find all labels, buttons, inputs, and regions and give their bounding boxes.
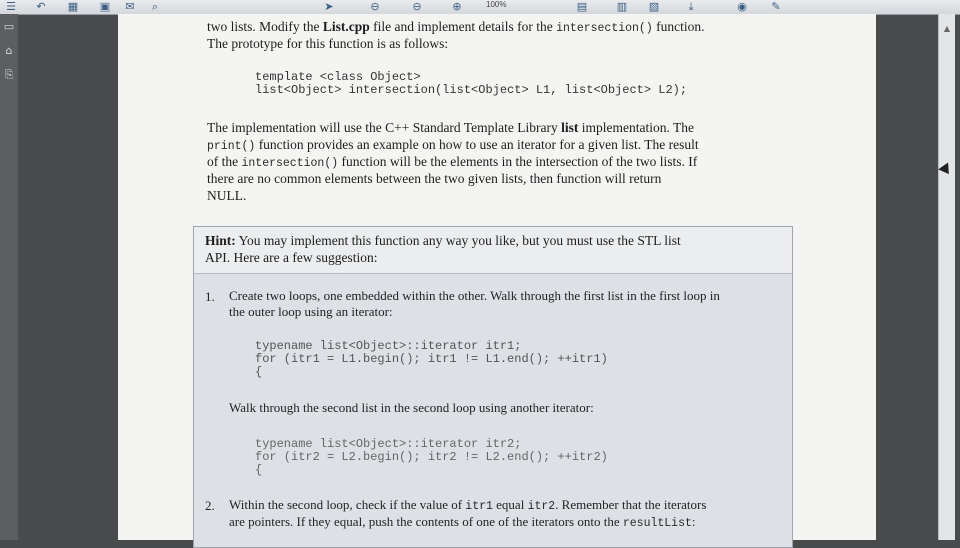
impl-line-4: there are no common elements between the… [207,171,662,186]
item-text: Within the second loop, check if the val… [229,497,466,512]
thumbnail-icon[interactable]: ▭ [3,20,15,34]
item-1-line-1: Create two loops, one embedded within th… [229,288,720,303]
intro-text: function. [652,19,705,34]
item-text: : [691,514,696,529]
download-icon[interactable]: ⤓ [684,0,698,13]
code-inline: resultList [622,517,692,530]
zoom-in-icon[interactable]: ⊕ [450,0,464,13]
intro-line-2: The prototype for this function is as fo… [207,36,449,51]
back-icon[interactable]: ↶ [34,0,48,13]
item-2-line-2: are pointers. If they equal, push the co… [229,514,696,532]
code-inline: itr1 [465,500,493,513]
intro-text: two lists. Modify the [207,19,323,34]
function-name: intersection() [241,157,339,170]
item-text: . Remember that the iterators [555,497,707,512]
rotate-icon[interactable]: ▧ [646,0,662,13]
item-text: are pointers. If they equal, push the co… [229,514,623,529]
zoom-out-icon-2[interactable]: ⊖ [410,0,424,13]
item-text: equal [492,497,528,512]
code-line: { [255,365,263,379]
prototype-line-2: list<Object> intersection(list<Object> L… [255,83,688,97]
scroll-up-icon[interactable]: ▲ [939,24,955,36]
impl-text: function will be the elements in the int… [338,154,698,169]
impl-text: implementation. The [578,120,694,135]
list-number: 1. [205,289,215,304]
sign-icon[interactable]: ✎ [768,0,784,13]
search-icon[interactable]: ⌕ [148,0,162,13]
fit-width-icon[interactable]: ▥ [614,0,630,13]
zoom-out-icon[interactable]: ⊖ [368,0,382,13]
code-line: for (itr1 = L1.begin(); itr1 != L1.end()… [255,352,608,366]
fit-page-icon[interactable]: ▤ [574,0,590,13]
attachment-icon[interactable]: ⎘ [3,68,15,82]
code-inline: itr2 [527,500,556,513]
hint-label: Hint: [205,233,236,248]
zoom-level[interactable]: 100% [486,0,506,10]
cursor-icon[interactable]: ➤ [322,0,336,13]
filename: List.cpp [322,19,370,34]
item-2-line-1: Within the second loop, check if the val… [229,497,706,515]
print-icon[interactable]: ▦ [66,0,80,13]
bookmark-icon[interactable]: ⌂ [3,44,15,58]
page-icon[interactable]: ▣ [98,0,112,13]
bold-word: list [561,120,579,135]
item-1-mid-text: Walk through the second list in the seco… [229,400,594,415]
function-name: print() [207,140,256,153]
hint-text: You may implement this function any way … [235,233,681,248]
code-line: { [255,463,263,477]
vertical-scrollbar[interactable]: ▲ [938,14,955,540]
viewer-toolbar: ☰ ↶ ▦ ▣ ✉ ⌕ ➤ ⊖ ⊖ ⊕ 100% ▤ ▥ ▧ ⤓ ◉ ✎ [0,0,960,15]
impl-text: function provides an example on how to u… [255,137,699,152]
impl-text: The implementation will use the C++ Stan… [207,120,562,135]
menu-icon[interactable]: ☰ [4,0,18,13]
impl-line-5: NULL. [207,188,247,203]
code-line: for (itr2 = L2.begin(); itr2 != L2.end()… [255,450,608,464]
impl-line-1: The implementation will use the C++ Stan… [207,119,694,136]
hint-line-1: Hint: You may implement this function an… [205,232,681,249]
mail-icon[interactable]: ✉ [122,0,138,13]
impl-text: of the [207,154,242,169]
comment-icon[interactable]: ◉ [734,0,750,13]
function-name: intersection() [556,22,653,35]
navigation-pane: ▭ ⌂ ⎘ [0,14,18,540]
hint-line-2: API. Here are a few suggestion: [205,250,378,265]
intro-text: file and implement details for the [369,19,557,34]
item-1-line-2: the outer loop using an iterator: [229,304,393,319]
list-number: 2. [205,498,215,513]
